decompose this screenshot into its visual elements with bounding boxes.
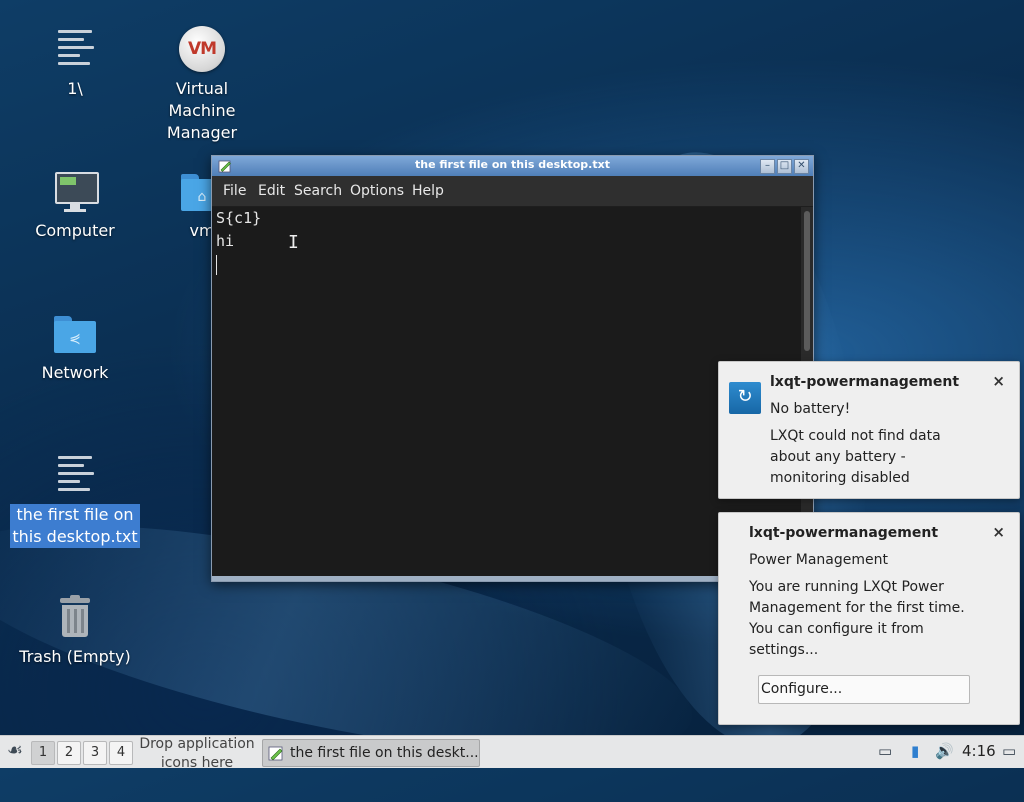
desktop-icon-label: Computer: [35, 221, 115, 240]
notification-no-battery[interactable]: ↻ lxqt-powermanagement × No battery! LXQ…: [718, 361, 1020, 499]
taskbar: ☙ 1 2 3 4 Drop application icons here th…: [0, 735, 1024, 771]
menu-edit[interactable]: Edit: [258, 183, 285, 199]
scrollbar-thumb[interactable]: [804, 211, 810, 351]
text-area[interactable]: S{c1} hi I: [212, 207, 801, 576]
notification-body: You are running LXQt Power Management fo…: [749, 579, 965, 658]
text-caret: [216, 255, 217, 275]
notification-app-name: lxqt-powermanagement: [749, 525, 939, 541]
trash-icon: [52, 594, 98, 640]
menu-help[interactable]: Help: [412, 183, 444, 199]
desktop-icon-label: the first file on this desktop.txt: [10, 504, 140, 548]
show-desktop-icon[interactable]: ▭: [1002, 742, 1016, 760]
desktop-icon-label: Virtual Machine Manager: [166, 79, 238, 142]
notification-power-management[interactable]: lxqt-powermanagement × Power Management …: [718, 512, 1020, 725]
menu-search[interactable]: Search: [294, 183, 342, 199]
desktop-icon-label: Network: [41, 363, 109, 382]
usb-drive-icon[interactable]: ▮: [911, 742, 919, 760]
desktop-switch-3[interactable]: 3: [83, 741, 107, 765]
notification-body: LXQt could not find data about any batte…: [770, 428, 941, 486]
volume-icon[interactable]: 🔊: [935, 742, 954, 760]
notification-summary: Power Management: [749, 552, 889, 568]
text-line: hi: [216, 232, 235, 250]
taskbar-task-editor[interactable]: the first file on this deskt...: [262, 739, 480, 767]
desktop-icon-trash[interactable]: Trash (Empty): [10, 594, 140, 668]
mouse-cursor-icon: I: [288, 232, 299, 253]
maximize-button[interactable]: □: [777, 159, 792, 174]
close-button[interactable]: ✕: [794, 159, 809, 174]
quicklaunch-drop-area[interactable]: Drop application icons here: [136, 735, 258, 773]
desktop-icon-label: Trash (Empty): [19, 647, 131, 666]
text-editor-icon: [268, 746, 283, 761]
text-file-icon: [52, 452, 98, 498]
desktop-icon-network[interactable]: ⋞ Network: [10, 310, 140, 384]
desktop-icon-virtual-machine-manager[interactable]: VM Virtual Machine Manager: [137, 26, 267, 144]
clock[interactable]: 4:16: [962, 742, 996, 760]
window-title: the first file on this desktop.txt: [415, 158, 610, 171]
desktop-icon-first-file[interactable]: the first file on this desktop.txt: [10, 452, 140, 548]
task-label: the first file on this deskt...: [290, 745, 479, 761]
desktop-icon-1[interactable]: 1\: [10, 26, 140, 100]
desktop-icon-label: 1\: [67, 79, 83, 98]
notification-summary: No battery!: [770, 401, 851, 417]
lxqt-powermanagement-icon: ↻: [729, 382, 761, 414]
desktop-icon-computer[interactable]: Computer: [10, 168, 140, 242]
desktop-switch-2[interactable]: 2: [57, 741, 81, 765]
notification-app-name: lxqt-powermanagement: [770, 374, 960, 390]
notification-close-button[interactable]: ×: [992, 522, 1005, 543]
text-line: S{c1}: [216, 209, 262, 227]
computer-icon: [52, 168, 99, 214]
window-titlebar[interactable]: the first file on this desktop.txt – □ ✕: [212, 156, 813, 176]
notification-close-button[interactable]: ×: [992, 371, 1005, 392]
network-icon[interactable]: ▭: [878, 742, 892, 760]
text-file-icon: [52, 26, 98, 72]
menu-bar: File Edit Search Options Help: [212, 176, 813, 207]
desktop-switch-4[interactable]: 4: [109, 741, 133, 765]
menu-options[interactable]: Options: [350, 183, 404, 199]
network-folder-icon: ⋞: [52, 310, 98, 356]
desktop-switch-1[interactable]: 1: [31, 741, 55, 765]
configure-button[interactable]: Configure...: [758, 675, 970, 704]
minimize-button[interactable]: –: [760, 159, 775, 174]
virtual-machine-manager-icon: VM: [179, 26, 225, 72]
menu-file[interactable]: File: [223, 183, 246, 199]
lxqt-menu-icon[interactable]: ☙: [4, 740, 26, 762]
